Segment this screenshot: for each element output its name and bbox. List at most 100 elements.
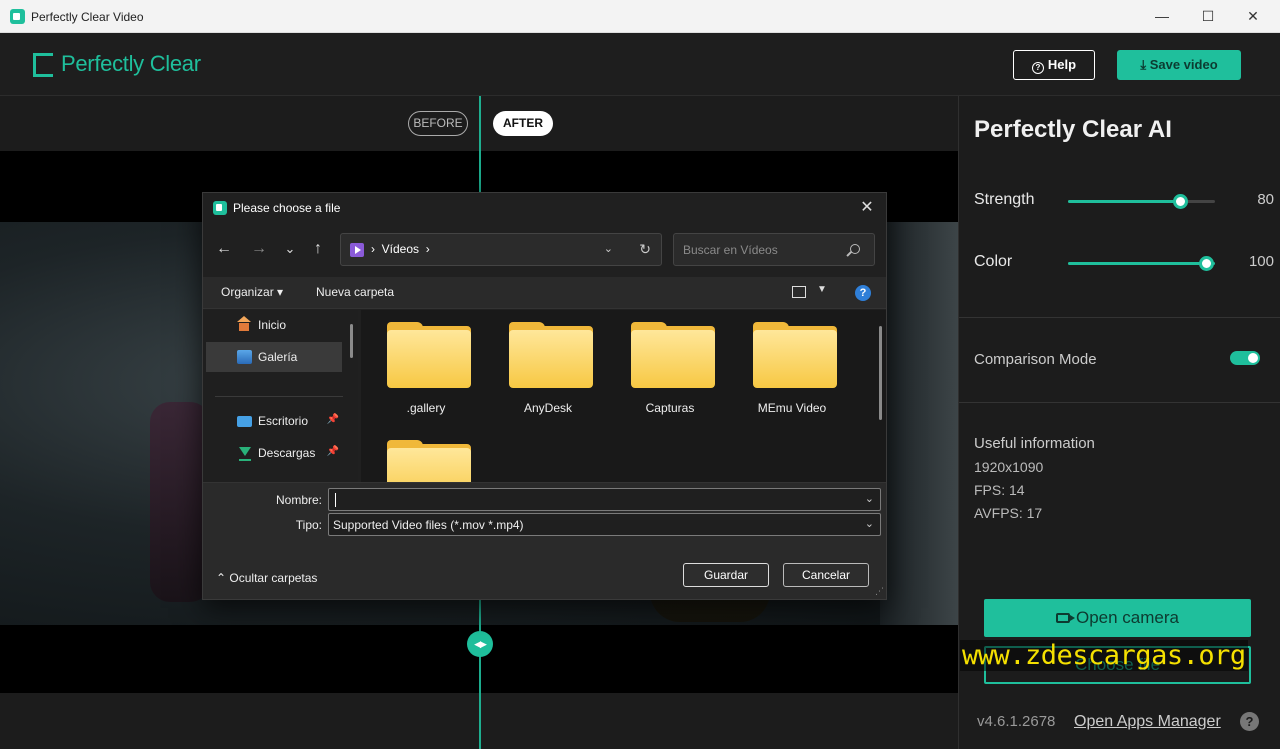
pin-icon: 📌 xyxy=(326,414,339,425)
sidebar-item-escritorio[interactable]: Escritorio 📌 xyxy=(206,406,342,436)
help-button[interactable]: ? Help xyxy=(1013,50,1095,80)
help-button-label: Help xyxy=(1047,57,1077,72)
video-edge xyxy=(880,222,958,625)
organize-menu[interactable]: Organizar ▾ xyxy=(221,285,283,299)
logo-text: Perfectly Clear xyxy=(61,51,201,76)
before-pill[interactable]: BEFORE xyxy=(408,111,468,136)
view-icon[interactable] xyxy=(792,286,806,298)
cancel-button[interactable]: Cancelar xyxy=(783,563,869,587)
address-bar[interactable]: › Vídeos › ⌄ ↻ xyxy=(340,233,662,266)
logo-mark-inner xyxy=(41,53,51,77)
filetype-value: Supported Video files (*.mov *.mp4) xyxy=(333,518,524,532)
folder-icon xyxy=(631,330,715,388)
folder-item[interactable]: .gallery xyxy=(371,310,481,420)
panel-divider xyxy=(959,402,1280,403)
version-label: v4.6.1.2678 xyxy=(977,713,1056,730)
folder-item[interactable]: Capturas xyxy=(615,310,725,420)
home-icon-body xyxy=(239,323,249,331)
dialog-bottom: Nombre: ⌄ Tipo: Supported Video files (*… xyxy=(203,482,886,599)
breadcrumb[interactable]: › Vídeos › xyxy=(371,242,430,256)
dialog-title: Please choose a file xyxy=(233,201,341,215)
color-value: 100 xyxy=(1248,253,1274,270)
save-video-button[interactable]: ⤓ Save video xyxy=(1117,50,1241,80)
sidebar-item-label: Escritorio xyxy=(258,414,309,428)
comparison-mode-label: Comparison Mode xyxy=(974,351,1097,368)
breadcrumb-sep: › xyxy=(371,242,375,256)
search-icon[interactable] xyxy=(850,244,860,254)
strength-slider[interactable] xyxy=(1068,194,1215,209)
divider-handle-icon[interactable]: ◀▶ xyxy=(467,631,493,657)
after-pill[interactable]: AFTER xyxy=(493,111,553,136)
help-circle-icon[interactable]: ? xyxy=(1240,712,1259,731)
new-folder-button[interactable]: Nueva carpeta xyxy=(316,285,394,299)
filename-dropdown-icon[interactable]: ⌄ xyxy=(865,492,874,505)
file-list: .gallery AnyDesk Capturas MEmu Video xyxy=(361,310,886,482)
close-window-button[interactable]: ✕ xyxy=(1230,0,1276,33)
filetype-label: Tipo: xyxy=(295,518,322,532)
app-icon xyxy=(10,9,25,24)
strength-thumb[interactable] xyxy=(1173,194,1188,209)
folder-item[interactable]: AnyDesk xyxy=(493,310,603,420)
recent-chevron-icon[interactable]: ⌄ xyxy=(280,239,300,259)
color-slider[interactable] xyxy=(1068,256,1215,271)
open-camera-label: Open camera xyxy=(1076,608,1179,627)
minimize-button[interactable]: — xyxy=(1139,0,1185,33)
file-list-scrollbar[interactable] xyxy=(879,326,882,420)
dialog-toolbar: Organizar ▾ Nueva carpeta ▼ ? xyxy=(203,277,886,309)
open-camera-button[interactable]: Open camera xyxy=(984,599,1251,637)
folder-item[interactable] xyxy=(371,428,481,482)
text-caret xyxy=(335,493,336,507)
up-arrow-icon[interactable]: ↑ xyxy=(308,239,328,259)
folder-label: .gallery xyxy=(406,401,446,415)
app-header: Perfectly Clear ? Help ⤓ Save video xyxy=(0,33,1280,96)
strength-fill xyxy=(1068,200,1186,203)
folder-label: MEmu Video xyxy=(757,401,827,415)
view-options-chevron-icon[interactable]: ▼ xyxy=(817,284,827,295)
dialog-help-icon[interactable]: ? xyxy=(855,285,871,301)
filename-input[interactable]: ⌄ xyxy=(328,488,881,511)
sidebar-item-label: Inicio xyxy=(258,318,287,332)
strength-value: 80 xyxy=(1257,191,1274,208)
search-placeholder: Buscar en Vídeos xyxy=(683,243,778,257)
refresh-icon[interactable]: ↻ xyxy=(639,241,651,258)
sidebar-item-inicio[interactable]: Inicio xyxy=(206,310,342,340)
desktop-icon xyxy=(237,416,252,427)
chevron-up-icon: ⌃ xyxy=(216,571,230,585)
sidebar-scrollbar[interactable] xyxy=(350,324,353,358)
comparison-mode-toggle[interactable] xyxy=(1230,351,1260,365)
video-subject-left xyxy=(150,402,210,602)
maximize-button[interactable]: ☐ xyxy=(1185,0,1231,33)
back-arrow-icon[interactable]: ← xyxy=(214,239,234,259)
navigation-pane: Inicio Galería Escritorio 📌 Descargas 📌 xyxy=(203,310,358,482)
sidebar-item-label: Descargas xyxy=(258,446,316,460)
hide-folders-label: Ocultar carpetas xyxy=(229,571,318,585)
open-apps-manager-link[interactable]: Open Apps Manager xyxy=(1074,713,1221,731)
gallery-icon xyxy=(237,350,252,364)
info-fps: FPS: 14 xyxy=(974,482,1025,498)
address-dropdown-icon[interactable]: ⌄ xyxy=(604,242,613,255)
folder-icon xyxy=(387,448,471,482)
search-box[interactable]: Buscar en Vídeos xyxy=(673,233,875,266)
color-thumb[interactable] xyxy=(1199,256,1214,271)
filetype-dropdown-icon[interactable]: ⌄ xyxy=(865,517,874,530)
dialog-close-icon[interactable]: ✕ xyxy=(856,197,878,219)
hide-folders-toggle[interactable]: ⌃ Ocultar carpetas xyxy=(216,571,317,585)
sidebar-item-descargas[interactable]: Descargas 📌 xyxy=(206,438,342,468)
resize-grip-icon[interactable]: ⋰ xyxy=(875,586,884,597)
download-icon: ⤓ xyxy=(1140,57,1150,72)
window-title: Perfectly Clear Video xyxy=(31,10,144,24)
sidebar-item-galeria[interactable]: Galería xyxy=(206,342,342,372)
sidebar-item-label: Galería xyxy=(258,350,298,364)
folder-label: Capturas xyxy=(645,401,695,415)
color-slider-row: Color 100 xyxy=(974,251,1274,275)
strength-label: Strength xyxy=(974,191,1035,208)
folder-icon xyxy=(387,330,471,388)
watermark: www.zdescargas.org xyxy=(960,640,1248,671)
save-button[interactable]: Guardar xyxy=(683,563,769,587)
folder-label: AnyDesk xyxy=(523,401,573,415)
forward-arrow-icon[interactable]: → xyxy=(249,239,269,259)
breadcrumb-videos[interactable]: Vídeos xyxy=(382,242,419,256)
filetype-select[interactable]: Supported Video files (*.mov *.mp4) ⌄ xyxy=(328,513,881,536)
folder-item[interactable]: MEmu Video xyxy=(737,310,847,420)
breadcrumb-sep: › xyxy=(425,242,430,256)
